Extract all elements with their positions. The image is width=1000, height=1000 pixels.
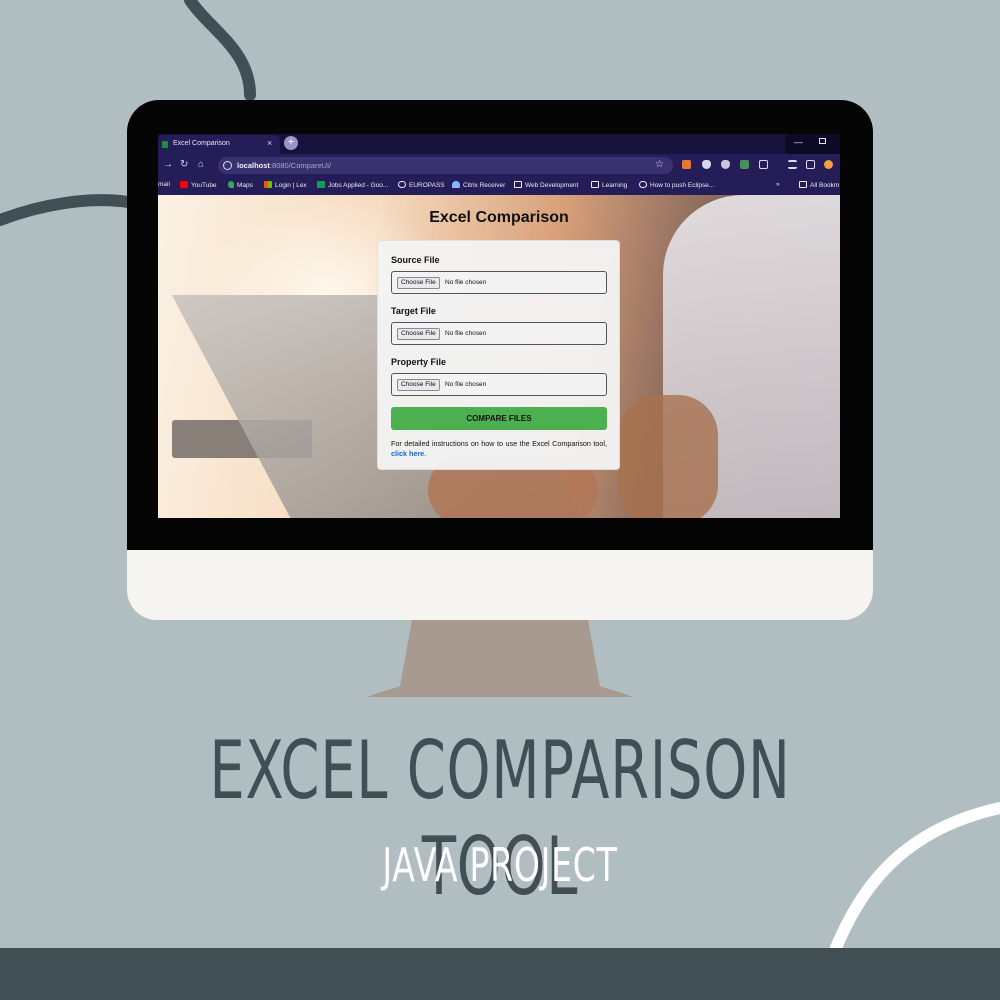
bookmark-label: EUROPASS <box>409 182 445 189</box>
choose-file-button[interactable]: Choose File <box>397 379 440 391</box>
bookmark-label: YouTube <box>191 182 217 189</box>
bookmarks-bar: mail YouTube Maps Login | Lex Jobs Appli… <box>158 177 840 195</box>
globe-icon <box>398 181 406 188</box>
bookmark-item[interactable]: How to push Eclipse... <box>639 181 714 189</box>
bookmark-item[interactable]: EUROPASS <box>398 181 445 189</box>
bookmark-star-icon[interactable]: ☆ <box>655 159 664 170</box>
minimize-icon[interactable]: — <box>794 137 803 147</box>
extension-icon[interactable] <box>740 160 749 169</box>
source-file-label: Source File <box>391 255 440 265</box>
url-path: :8080/CompareUI/ <box>269 161 332 170</box>
sheet-favicon-icon <box>162 141 168 148</box>
bookmark-label: How to push Eclipse... <box>650 182 715 189</box>
bookmark-label: Jobs Applied - Goo... <box>328 182 389 189</box>
target-file-input[interactable]: Choose File No file chosen <box>391 322 607 345</box>
file-status: No file chosen <box>445 381 487 388</box>
url-text: localhost:8080/CompareUI/ <box>237 161 331 170</box>
property-file-input[interactable]: Choose File No file chosen <box>391 373 607 396</box>
folder-icon <box>799 181 807 188</box>
compare-files-button[interactable]: COMPARE FILES <box>391 407 607 430</box>
web-page: Excel Comparison Source File Choose File… <box>158 195 840 518</box>
background-photo <box>618 395 718 518</box>
bookmark-item[interactable]: Citrix Receiver <box>452 181 505 189</box>
maps-pin-icon <box>228 181 234 188</box>
monitor-chin <box>127 550 873 620</box>
choose-file-button[interactable]: Choose File <box>397 328 440 340</box>
tab-excel-comparison[interactable]: Excel Comparison × <box>158 135 280 154</box>
source-file-input[interactable]: Choose File No file chosen <box>391 271 607 294</box>
poster-subtitle: JAVA PROJECT <box>382 838 618 892</box>
bottom-bar <box>0 948 1000 1000</box>
help-link[interactable]: click here <box>391 449 424 458</box>
puzzle-icon[interactable] <box>759 160 768 169</box>
home-icon[interactable]: ⌂ <box>198 159 204 171</box>
address-bar[interactable]: localhost:8080/CompareUI/ ☆ <box>218 157 673 174</box>
bookmark-item[interactable]: Jobs Applied - Goo... <box>317 181 388 189</box>
profile-icon[interactable] <box>824 160 833 169</box>
close-icon[interactable]: × <box>267 138 272 148</box>
target-file-label: Target File <box>391 306 436 316</box>
help-text: For detailed instructions on how to use … <box>391 439 607 459</box>
bookmark-item[interactable]: Maps <box>228 181 253 189</box>
bookmark-item[interactable]: Login | Lex <box>264 181 307 189</box>
bookmark-label: Citrix Receiver <box>463 182 506 189</box>
bookmark-item[interactable]: Web Development <box>514 181 578 189</box>
bookmark-item[interactable]: YouTube <box>180 181 217 189</box>
sheets-icon <box>317 181 325 188</box>
new-tab-button[interactable]: + <box>284 136 298 150</box>
bookmark-item[interactable]: Learning <box>591 181 627 189</box>
bookmark-label: mail <box>158 181 170 188</box>
restore-icon[interactable] <box>819 138 826 144</box>
bookmark-label: Learning <box>602 182 628 189</box>
folder-icon <box>591 181 599 188</box>
browser-toolbar: → ↻ ⌂ localhost:8080/CompareUI/ ☆ <box>158 154 840 177</box>
compare-form: Source File Choose File No file chosen T… <box>377 240 620 470</box>
shield-icon[interactable] <box>721 160 730 169</box>
extension-icon[interactable] <box>682 160 691 169</box>
url-host: localhost <box>237 161 270 170</box>
monitor-screen: Excel Comparison × + — → ↻ ⌂ localhost:8… <box>158 134 840 518</box>
bookmark-item[interactable]: All Bookm <box>799 181 839 189</box>
reload-icon[interactable]: ↻ <box>180 159 188 171</box>
help-text-end: . <box>424 449 427 458</box>
shield-icon[interactable] <box>702 160 711 169</box>
tab-strip: Excel Comparison × + — <box>158 134 840 154</box>
site-info-icon[interactable] <box>223 161 232 170</box>
forward-icon[interactable]: → <box>163 159 173 171</box>
bookmark-label: Maps <box>237 182 253 189</box>
tab-title: Excel Comparison <box>173 140 230 147</box>
bookmark-label: Login | Lex <box>275 182 307 189</box>
choose-file-button[interactable]: Choose File <box>397 277 440 289</box>
side-panel-icon[interactable] <box>806 160 815 169</box>
property-file-label: Property File <box>391 357 447 367</box>
citrix-icon <box>452 181 460 188</box>
more-bookmarks-button[interactable]: » <box>776 181 780 188</box>
bookmark-label: All Bookm <box>810 182 840 189</box>
page-title: Excel Comparison <box>429 209 569 226</box>
globe-icon <box>639 181 647 188</box>
microsoft-icon <box>264 181 272 188</box>
reading-list-icon[interactable] <box>788 160 797 169</box>
file-status: No file chosen <box>445 330 487 337</box>
help-text-body: For detailed instructions on how to use … <box>391 439 607 448</box>
bookmark-item[interactable]: mail <box>158 181 170 188</box>
folder-icon <box>514 181 522 188</box>
bookmark-label: Web Development <box>525 182 579 189</box>
youtube-icon <box>180 181 188 188</box>
file-status: No file chosen <box>445 279 487 286</box>
